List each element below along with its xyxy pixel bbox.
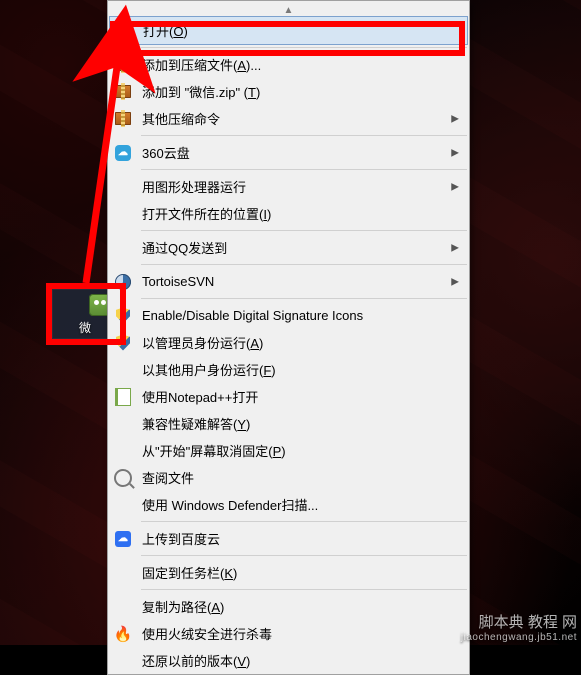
menu-item-item[interactable]: 其他压缩命令 ▶ [108, 105, 469, 132]
menu-item-item[interactable]: ☁ 上传到百度云 [108, 525, 469, 552]
menu-item-label: 添加到压缩文件(A)... [142, 55, 261, 74]
notepad-icon [114, 388, 132, 406]
menu-item-item[interactable]: 用图形处理器运行 ▶ [108, 173, 469, 200]
menu-item-item[interactable]: 打开文件所在的位置(I) [108, 200, 469, 227]
shortcut-label: 微 [79, 319, 91, 336]
menu-item-item[interactable]: 还原以前的版本(V) [108, 647, 469, 674]
menu-separator [141, 264, 467, 265]
submenu-arrow-icon: ▶ [451, 276, 459, 287]
menu-item-360[interactable]: ☁ 360云盘 ▶ [108, 139, 469, 166]
shield-icon [114, 334, 132, 352]
menu-item-label: 还原以前的版本(V) [142, 651, 250, 670]
baidu-cloud-icon: ☁ [114, 530, 132, 548]
menu-item-label: 添加到 "微信.zip" (T) [142, 82, 260, 101]
watermark-line1: 脚本典 教程 网 [479, 614, 577, 631]
menu-item-label: 上传到百度云 [142, 529, 220, 548]
menu-item-label: 复制为路径(A) [142, 597, 224, 616]
watermark: 脚本典 教程 网 jiaochengwang.jb51.net [461, 614, 577, 643]
menu-item-label: 360云盘 [142, 143, 190, 162]
menu-item-label: 固定到任务栏(K) [142, 563, 237, 582]
menu-item-label: 用图形处理器运行 [142, 177, 246, 196]
menu-item-item[interactable]: 查阅文件 [108, 464, 469, 491]
huorong-icon: 🔥 [114, 625, 132, 643]
menu-item-item[interactable]: 从"开始"屏幕取消固定(P) [108, 437, 469, 464]
menu-item-notepad[interactable]: 使用Notepad++打开 [108, 383, 469, 410]
tortoisesvn-icon [114, 273, 132, 291]
menu-item-label: 打开(O) [143, 21, 188, 40]
menu-item-item[interactable]: 兼容性疑难解答(Y) [108, 410, 469, 437]
submenu-arrow-icon: ▶ [451, 113, 459, 124]
archive-icon [114, 56, 132, 74]
menu-item-label: Enable/Disable Digital Signature Icons [142, 308, 363, 323]
menu-item-enable-disable-digital-signatu[interactable]: Enable/Disable Digital Signature Icons [108, 302, 469, 329]
menu-scroll-up[interactable]: ▲ [108, 3, 469, 17]
menu-separator [141, 521, 467, 522]
menu-item-label: 以其他用户身份运行(F) [142, 360, 276, 379]
menu-item-windows-defender[interactable]: 使用 Windows Defender扫描... [108, 491, 469, 518]
menu-separator [141, 589, 467, 590]
search-icon [114, 469, 132, 487]
menu-item-label: 从"开始"屏幕取消固定(P) [142, 441, 286, 460]
submenu-arrow-icon: ▶ [451, 181, 459, 192]
menu-item-item[interactable]: 🔥 使用火绒安全进行杀毒 [108, 620, 469, 647]
menu-separator [141, 230, 467, 231]
menu-item-label: 使用 Windows Defender扫描... [142, 495, 318, 514]
menu-item-label: 其他压缩命令 [142, 109, 220, 128]
menu-item-label: 打开文件所在的位置(I) [142, 204, 271, 223]
menu-separator [141, 298, 467, 299]
menu-item-label: 使用Notepad++打开 [142, 387, 258, 406]
menu-item-qq[interactable]: 通过QQ发送到 ▶ [108, 234, 469, 261]
submenu-arrow-icon: ▶ [451, 147, 459, 158]
menu-item-label: TortoiseSVN [142, 274, 214, 289]
menu-separator [141, 135, 467, 136]
menu-item-label: 以管理员身份运行(A) [142, 333, 263, 352]
menu-item-label: 查阅文件 [142, 468, 194, 487]
shield-icon [114, 307, 132, 325]
menu-item-item[interactable]: 复制为路径(A) [108, 593, 469, 620]
archive-icon [114, 83, 132, 101]
menu-item-label: 兼容性疑难解答(Y) [142, 414, 250, 433]
menu-item-label: 使用火绒安全进行杀毒 [142, 624, 272, 643]
menu-separator [141, 169, 467, 170]
watermark-line2: jiaochengwang.jb51.net [461, 632, 577, 644]
submenu-arrow-icon: ▶ [451, 242, 459, 253]
archive-icon [114, 110, 132, 128]
menu-item-item[interactable]: 打开(O) [109, 16, 468, 45]
menu-item-item[interactable]: 以其他用户身份运行(F) [108, 356, 469, 383]
menu-item-zip[interactable]: 添加到 "微信.zip" (T) [108, 78, 469, 105]
menu-item-item[interactable]: 固定到任务栏(K) [108, 559, 469, 586]
chevron-up-icon: ▲ [284, 5, 294, 16]
menu-separator [141, 555, 467, 556]
menu-item-tortoisesvn[interactable]: TortoiseSVN ▶ [108, 268, 469, 295]
360-icon: ☁ [114, 144, 132, 162]
menu-separator [141, 47, 467, 48]
menu-item-item[interactable]: 添加到压缩文件(A)... [108, 51, 469, 78]
menu-item-label: 通过QQ发送到 [142, 238, 227, 257]
context-menu: ▲ 打开(O) 添加到压缩文件(A)... 添加到 "微信.zip" (T) 其他压缩… [107, 0, 470, 675]
menu-item-item[interactable]: 以管理员身份运行(A) [108, 329, 469, 356]
